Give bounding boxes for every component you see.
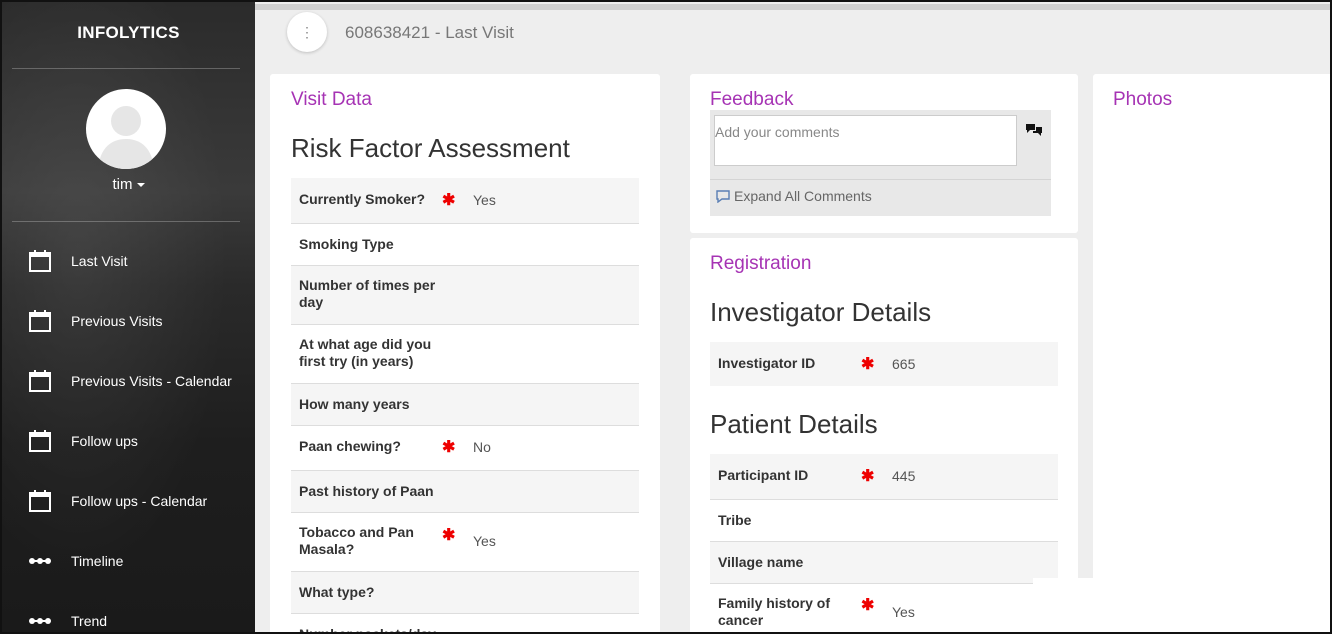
table-row: How many years xyxy=(291,383,639,425)
required-icon: ✱ xyxy=(442,192,456,209)
table-row: Participant ID ✱ 445 xyxy=(710,454,1058,499)
field-label: Family history of cancer xyxy=(718,595,831,628)
sidebar-item-label: Previous Visits xyxy=(71,313,163,329)
table-row: Investigator ID ✱ 665 xyxy=(710,342,1058,386)
card-title: Photos xyxy=(1113,89,1173,110)
required-icon: ✱ xyxy=(442,439,456,456)
vertical-dots-icon: ⋮ xyxy=(300,24,314,40)
field-label: How many years xyxy=(299,396,410,412)
table-row: Tribe xyxy=(710,499,1058,541)
calendar-icon xyxy=(29,310,51,332)
sidebar: INFOLYTICS tim Last Visit Previous Visit… xyxy=(2,2,255,632)
sidebar-item-label: Follow ups - Calendar xyxy=(71,493,208,509)
user-silhouette-icon xyxy=(98,106,154,169)
visit-data-card: Visit Data Risk Factor Assessment Curren… xyxy=(270,74,660,634)
comment-bubble-icon xyxy=(716,189,730,203)
field-label: Investigator ID xyxy=(718,355,816,371)
field-label: Tribe xyxy=(718,512,752,528)
sidebar-item-previous-visits-calendar[interactable]: Previous Visits - Calendar xyxy=(2,361,255,401)
calendar-icon xyxy=(29,370,51,392)
calendar-icon xyxy=(29,250,51,272)
field-label: Number packets/day xyxy=(299,626,436,634)
sidebar-divider xyxy=(12,221,240,222)
field-value: Yes xyxy=(473,192,496,208)
sidebar-item-last-visit[interactable]: Last Visit xyxy=(2,241,255,281)
page-title: 608638421 - Last Visit xyxy=(345,23,514,42)
table-row: Number packets/day xyxy=(291,613,639,634)
field-label: Paan chewing? xyxy=(299,438,401,454)
expand-comments-link[interactable]: Expand All Comments xyxy=(716,188,872,204)
field-label: Number of times per day xyxy=(299,277,436,310)
sidebar-item-label: Previous Visits - Calendar xyxy=(71,373,232,389)
table-row: What type? xyxy=(291,571,639,613)
sidebar-item-timeline[interactable]: Timeline xyxy=(2,541,255,581)
overlay-patch xyxy=(1033,578,1093,632)
field-label: Participant ID xyxy=(718,467,809,483)
comments-icon[interactable] xyxy=(1025,122,1043,138)
caret-down-icon xyxy=(136,183,145,188)
photos-card: Photos xyxy=(1093,74,1330,632)
feedback-card: Feedback Expand All Comments xyxy=(690,74,1078,233)
card-title: Visit Data xyxy=(291,89,372,110)
field-value: 665 xyxy=(892,356,916,372)
section-heading: Patient Details xyxy=(710,409,878,439)
table-row: Currently Smoker? ✱ Yes xyxy=(291,178,639,223)
sidebar-item-label: Timeline xyxy=(71,553,124,569)
table-row: Smoking Type xyxy=(291,223,639,265)
avatar[interactable] xyxy=(86,89,166,169)
registration-card: Registration Investigator Details Invest… xyxy=(690,238,1078,632)
field-label: Smoking Type xyxy=(299,236,394,252)
more-menu-button[interactable]: ⋮ xyxy=(287,12,327,52)
field-label: Tobacco and Pan Masala? xyxy=(299,524,414,557)
field-value: No xyxy=(473,439,491,455)
field-value: Yes xyxy=(892,604,915,620)
calendar-icon xyxy=(29,490,51,512)
brand-title: INFOLYTICS xyxy=(77,23,180,42)
table-row: Past history of Paan xyxy=(291,470,639,512)
required-icon: ✱ xyxy=(861,356,875,373)
field-label: Currently Smoker? xyxy=(299,191,426,207)
field-value: Yes xyxy=(473,533,496,549)
app-frame: INFOLYTICS tim Last Visit Previous Visit… xyxy=(0,0,1332,634)
timeline-dots-icon xyxy=(29,618,51,624)
calendar-icon xyxy=(29,430,51,452)
sidebar-item-follow-ups-calendar[interactable]: Follow ups - Calendar xyxy=(2,481,255,521)
table-row: Tobacco and Pan Masala? ✱ Yes xyxy=(291,512,639,571)
required-icon: ✱ xyxy=(861,468,875,485)
table-row: Number of times per day xyxy=(291,265,639,324)
field-label: Past history of Paan xyxy=(299,483,434,499)
field-label: What type? xyxy=(299,584,375,600)
section-heading: Risk Factor Assessment xyxy=(291,133,570,163)
card-title: Feedback xyxy=(710,89,794,110)
comment-input[interactable] xyxy=(714,115,1017,166)
user-name: tim xyxy=(112,176,133,193)
card-title: Registration xyxy=(710,253,812,274)
expand-comments-label: Expand All Comments xyxy=(734,188,872,204)
sidebar-divider xyxy=(12,68,240,69)
table-row: At what age did you first try (in years) xyxy=(291,324,639,383)
sidebar-item-label: Follow ups xyxy=(71,433,138,449)
user-menu[interactable]: tim xyxy=(2,176,255,193)
required-icon: ✱ xyxy=(442,527,456,544)
page-header: ⋮ 608638421 - Last Visit xyxy=(255,10,1330,58)
sidebar-item-follow-ups[interactable]: Follow ups xyxy=(2,421,255,461)
sidebar-item-label: Trend xyxy=(71,613,108,629)
sidebar-item-label: Last Visit xyxy=(71,253,128,269)
divider xyxy=(710,179,1051,180)
timeline-dots-icon xyxy=(29,558,51,564)
field-value: 445 xyxy=(892,468,916,484)
table-row: Paan chewing? ✱ No xyxy=(291,425,639,470)
table-row: Family history of cancer ✱ Yes xyxy=(710,583,1058,632)
field-label: Village name xyxy=(718,554,804,570)
table-row: Village name xyxy=(710,541,1058,583)
section-heading: Investigator Details xyxy=(710,297,932,327)
comment-box: Expand All Comments xyxy=(710,110,1051,216)
required-icon: ✱ xyxy=(861,597,875,614)
sidebar-item-trend[interactable]: Trend xyxy=(2,601,255,632)
field-label: At what age did you first try (in years) xyxy=(299,336,432,369)
sidebar-item-previous-visits[interactable]: Previous Visits xyxy=(2,301,255,341)
